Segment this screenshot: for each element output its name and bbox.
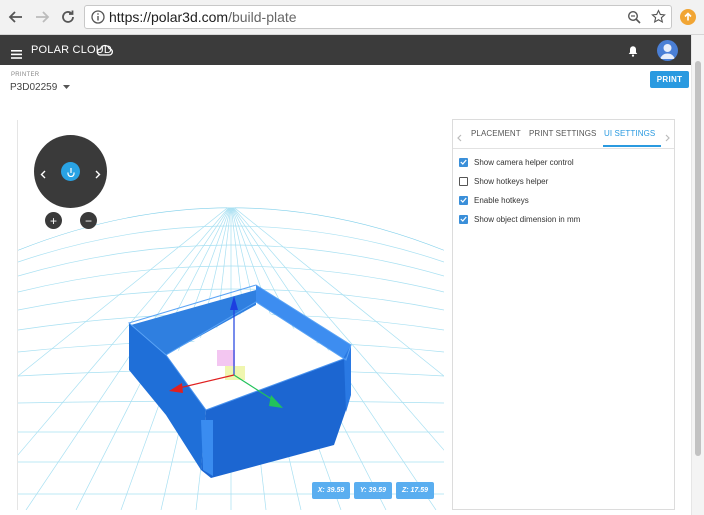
zoom-in-label: + <box>49 213 57 228</box>
checkbox-unchecked[interactable] <box>459 176 468 186</box>
tab-ui-settings[interactable]: UI SETTINGS <box>604 129 655 138</box>
option-object-dimension[interactable]: Show object dimension in mm <box>459 213 580 225</box>
printer-label: PRINTER <box>11 72 40 78</box>
y-dimension-badge: Y: 39.59 <box>354 482 392 499</box>
print-button[interactable]: PRINT <box>650 71 689 88</box>
option-camera-helper[interactable]: Show camera helper control <box>459 156 574 168</box>
z-dimension-badge: Z: 17.59 <box>396 482 434 499</box>
info-icon[interactable] <box>91 10 105 29</box>
app-header: POLAR CLOUD <box>0 35 691 65</box>
back-arrow-icon[interactable] <box>6 7 26 27</box>
page-scrollbar[interactable] <box>691 35 704 515</box>
reload-icon[interactable] <box>58 7 78 27</box>
url-path: /build-plate <box>228 9 297 25</box>
checkbox-checked[interactable] <box>459 214 468 224</box>
option-hotkeys-helper[interactable]: Show hotkeys helper <box>459 175 548 187</box>
browser-toolbar: https://polar3d.com/build-plate <box>0 0 704 35</box>
zoom-icon[interactable] <box>627 10 641 29</box>
star-icon[interactable] <box>651 9 666 29</box>
zoom-in-button[interactable]: + <box>45 212 62 229</box>
option-label: Show camera helper control <box>474 157 574 167</box>
option-label: Show hotkeys helper <box>474 176 549 186</box>
avatar-icon[interactable] <box>657 40 678 61</box>
build-plate-viewport[interactable]: + − <box>17 120 444 510</box>
address-bar[interactable]: https://polar3d.com/build-plate <box>84 5 672 29</box>
tab-print-settings[interactable]: PRINT SETTINGS <box>529 129 596 138</box>
bell-icon[interactable] <box>628 44 638 62</box>
scrollbar-thumb[interactable] <box>695 61 701 456</box>
tab-placement[interactable]: PLACEMENT <box>471 129 521 138</box>
zoom-out-label: − <box>84 213 92 228</box>
zoom-out-button[interactable]: − <box>80 212 97 229</box>
cloud-icon <box>96 43 113 61</box>
checkbox-checked[interactable] <box>459 195 468 205</box>
update-icon[interactable] <box>680 9 696 25</box>
option-enable-hotkeys[interactable]: Enable hotkeys <box>459 194 529 206</box>
forward-arrow-icon[interactable] <box>32 7 52 27</box>
printer-select[interactable]: P3D02259 <box>10 82 71 94</box>
settings-panel: PLACEMENT PRINT SETTINGS UI SETTINGS Sho… <box>452 119 675 510</box>
option-label: Show object dimension in mm <box>474 214 581 224</box>
chevron-right-icon[interactable] <box>95 166 101 184</box>
url-text: https://polar3d.com/build-plate <box>109 9 297 25</box>
active-tab-indicator <box>603 145 661 147</box>
chevron-down-icon <box>63 82 71 93</box>
chevron-left-icon[interactable] <box>40 166 46 184</box>
camera-center-icon[interactable] <box>61 162 80 181</box>
checkbox-checked[interactable] <box>459 157 468 167</box>
printer-value: P3D02259 <box>10 82 58 94</box>
option-label: Enable hotkeys <box>474 195 529 205</box>
chevron-left-icon[interactable] <box>457 129 462 147</box>
chevron-right-icon[interactable] <box>665 129 670 147</box>
menu-icon[interactable] <box>11 46 22 64</box>
url-host: https://polar3d.com <box>109 9 229 25</box>
camera-helper-control[interactable] <box>34 135 107 208</box>
settings-tabs: PLACEMENT PRINT SETTINGS UI SETTINGS <box>453 120 674 149</box>
x-dimension-badge: X: 39.59 <box>312 482 350 499</box>
